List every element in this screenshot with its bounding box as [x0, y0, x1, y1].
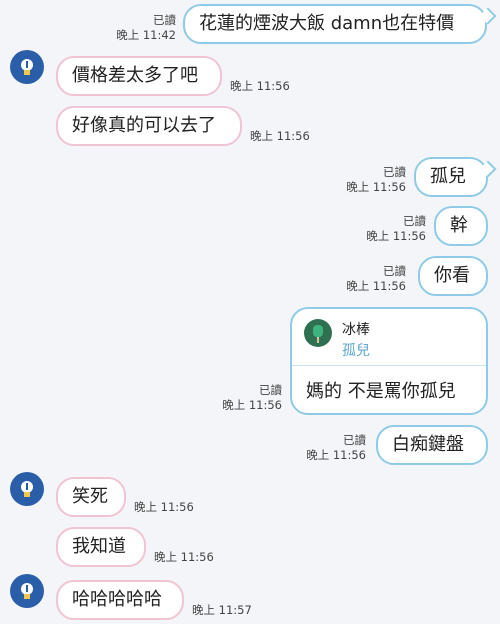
message-text: 你看	[434, 265, 470, 286]
message-text: 媽的 不是罵你孤兒	[306, 381, 456, 402]
message-time: 晚上 11:56	[134, 500, 194, 514]
message-time: 晚上 11:56	[250, 129, 310, 143]
message-time: 晚上 11:57	[192, 603, 252, 617]
message-time: 晚上 11:56	[366, 229, 426, 243]
message-text: 孤兒	[430, 166, 466, 187]
message-time: 晚上 11:56	[306, 448, 366, 462]
incoming-message-bubble[interactable]: 價格差太多了吧	[56, 56, 222, 96]
message-time: 晚上 11:42	[116, 28, 176, 42]
read-status: 已讀	[259, 383, 282, 397]
quoted-text: 孤兒	[342, 343, 370, 359]
message-text: 笑死	[72, 486, 108, 507]
read-status: 已讀	[383, 264, 406, 278]
lightbulb-icon	[21, 481, 33, 497]
outgoing-message-bubble[interactable]: 幹	[434, 206, 488, 246]
incoming-message-bubble[interactable]: 我知道	[56, 527, 146, 567]
read-status: 已讀	[343, 433, 366, 447]
quoted-sender-name: 冰棒	[342, 322, 370, 338]
outgoing-message-bubble[interactable]: 白痴鍵盤	[376, 425, 488, 465]
outgoing-message-bubble[interactable]: 你看	[418, 256, 488, 296]
message-time: 晚上 11:56	[154, 550, 214, 564]
message-text: 花蓮的煙波大飯 damn也在特價	[199, 13, 455, 34]
read-status: 已讀	[403, 214, 426, 228]
contact-avatar[interactable]	[10, 472, 44, 506]
message-text: 白痴鍵盤	[392, 434, 464, 455]
outgoing-message-bubble[interactable]: 花蓮的煙波大飯 damn也在特價	[183, 4, 487, 44]
incoming-message-bubble[interactable]: 好像真的可以去了	[56, 106, 242, 146]
message-time: 晚上 11:56	[230, 79, 290, 93]
reply-message-bubble[interactable]: 冰棒 孤兒 媽的 不是罵你孤兒	[290, 307, 488, 415]
message-text: 幹	[450, 215, 468, 236]
quoted-message[interactable]: 冰棒 孤兒	[292, 309, 486, 366]
incoming-message-bubble[interactable]: 笑死	[56, 477, 126, 517]
message-text: 哈哈哈哈哈	[72, 589, 162, 610]
contact-avatar[interactable]	[10, 574, 44, 608]
lightbulb-icon	[21, 583, 33, 599]
read-status: 已讀	[383, 165, 406, 179]
ice-pop-avatar-icon	[304, 319, 332, 347]
message-text: 好像真的可以去了	[72, 115, 216, 136]
contact-avatar[interactable]	[10, 50, 44, 84]
outgoing-message-bubble[interactable]: 孤兒	[414, 157, 488, 197]
read-status: 已讀	[153, 13, 176, 27]
message-time: 晚上 11:56	[346, 180, 406, 194]
message-time: 晚上 11:56	[222, 398, 282, 412]
message-time: 晚上 11:56	[346, 279, 406, 293]
message-text: 我知道	[72, 536, 126, 557]
incoming-message-bubble[interactable]: 哈哈哈哈哈	[56, 580, 184, 620]
message-text: 價格差太多了吧	[72, 65, 198, 86]
lightbulb-icon	[21, 59, 33, 75]
